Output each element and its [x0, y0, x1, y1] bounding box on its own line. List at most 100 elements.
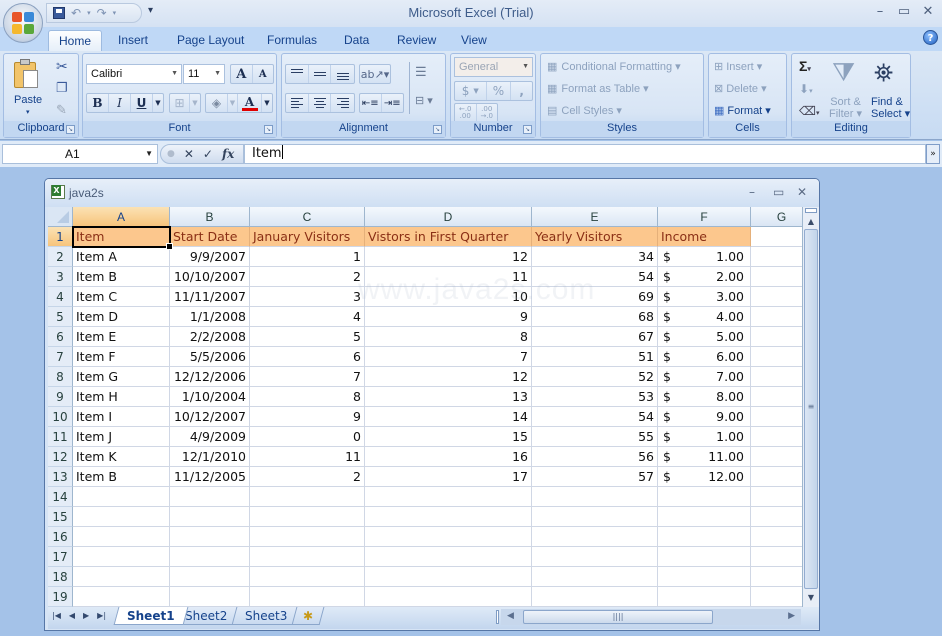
cell[interactable]: 54 — [532, 407, 658, 427]
conditional-formatting-button[interactable]: ▦ Conditional Formatting ▾ — [547, 60, 681, 73]
tab-review[interactable]: Review — [387, 30, 446, 51]
cell[interactable]: $3.00 — [658, 287, 751, 307]
fill-color-icon[interactable]: ◈ — [206, 94, 228, 112]
align-center-button[interactable] — [309, 94, 332, 112]
cell[interactable] — [751, 267, 802, 287]
cell[interactable] — [658, 567, 751, 587]
enter-icon[interactable]: ✓ — [203, 147, 213, 161]
cell[interactable]: 12/12/2006 — [170, 367, 250, 387]
tab-page-layout[interactable]: Page Layout — [167, 30, 254, 51]
bold-button[interactable]: B — [87, 94, 109, 112]
vertical-scroll-thumb[interactable]: ≡ — [804, 229, 818, 589]
cell[interactable]: 9/9/2007 — [170, 247, 250, 267]
cell[interactable] — [73, 567, 170, 587]
cell[interactable] — [170, 487, 250, 507]
format-painter-icon[interactable]: ✎ — [56, 102, 67, 118]
percent-button[interactable]: % — [487, 82, 512, 100]
cell[interactable]: 2 — [250, 267, 365, 287]
cell[interactable]: Item D — [73, 307, 170, 327]
cell[interactable] — [532, 527, 658, 547]
cell[interactable]: 6 — [250, 347, 365, 367]
chevron-down-icon[interactable]: ▼ — [145, 145, 153, 163]
cell[interactable] — [532, 567, 658, 587]
maximize-button[interactable]: ▭ — [894, 4, 914, 19]
clear-button[interactable]: ⌫▾ — [799, 104, 819, 118]
cell[interactable] — [250, 547, 365, 567]
fill-button[interactable]: ⬇▾ — [799, 82, 813, 96]
column-header-a[interactable]: A — [73, 207, 170, 227]
row-header[interactable]: 1 — [48, 227, 73, 247]
currency-button[interactable]: $ ▼ — [455, 82, 487, 100]
cell[interactable] — [73, 527, 170, 547]
insert-cells-button[interactable]: ⊞ Insert ▾ — [714, 60, 762, 73]
align-left-button[interactable] — [286, 94, 309, 112]
cell[interactable]: 8 — [365, 327, 532, 347]
cell[interactable] — [250, 527, 365, 547]
cut-icon[interactable]: ✂ — [56, 58, 68, 75]
cell[interactable]: 7 — [250, 367, 365, 387]
cell[interactable] — [250, 587, 365, 607]
cell[interactable] — [751, 327, 802, 347]
cell[interactable]: 5 — [250, 327, 365, 347]
cell[interactable]: 2 — [250, 467, 365, 487]
cell[interactable]: 67 — [532, 327, 658, 347]
undo-icon[interactable]: ↶ — [71, 6, 81, 20]
cell[interactable]: 11 — [250, 447, 365, 467]
cell[interactable]: Item H — [73, 387, 170, 407]
orientation-button[interactable]: ab↗▾ — [359, 64, 391, 84]
format-as-table-button[interactable]: ▦ Format as Table ▾ — [547, 82, 649, 95]
cell[interactable]: $11.00 — [658, 447, 751, 467]
header-cell[interactable]: Yearly Visitors — [532, 227, 658, 247]
cell[interactable]: 8 — [250, 387, 365, 407]
cell[interactable]: 56 — [532, 447, 658, 467]
workbook-close-button[interactable]: ✕ — [797, 185, 807, 199]
font-launcher-icon[interactable]: ↘ — [264, 125, 273, 134]
cell[interactable]: 12/1/2010 — [170, 447, 250, 467]
cell[interactable] — [751, 487, 802, 507]
cell[interactable]: 52 — [532, 367, 658, 387]
cell[interactable] — [73, 507, 170, 527]
paste-button[interactable]: Paste — [14, 94, 42, 106]
clipboard-launcher-icon[interactable]: ↘ — [66, 125, 75, 134]
find-select-button[interactable]: Find & Select ▾ — [871, 96, 910, 120]
cell[interactable] — [73, 587, 170, 607]
cell[interactable]: 7 — [365, 347, 532, 367]
tab-formulas[interactable]: Formulas — [257, 30, 327, 51]
row-header[interactable]: 4 — [48, 287, 73, 307]
cell[interactable]: Item J — [73, 427, 170, 447]
row-header[interactable]: 2 — [48, 247, 73, 267]
font-color-icon[interactable]: A — [238, 94, 262, 112]
comma-button[interactable]: , — [511, 82, 532, 100]
cell[interactable] — [365, 587, 532, 607]
sheet-tab-sheet3[interactable]: Sheet3 — [231, 607, 301, 625]
select-all-button[interactable] — [48, 207, 73, 227]
cell[interactable]: 1/10/2004 — [170, 387, 250, 407]
cell[interactable] — [170, 547, 250, 567]
cell[interactable] — [751, 407, 802, 427]
row-header[interactable]: 9 — [48, 387, 73, 407]
delete-cells-button[interactable]: ⊠ Delete ▾ — [714, 82, 767, 95]
row-header[interactable]: 15 — [48, 507, 73, 527]
header-cell[interactable]: January Visitors — [250, 227, 365, 247]
cell[interactable] — [751, 287, 802, 307]
cell[interactable]: 11/11/2007 — [170, 287, 250, 307]
cell[interactable]: 11 — [365, 267, 532, 287]
cancel-icon[interactable]: ✕ — [184, 147, 194, 161]
italic-button[interactable]: I — [109, 94, 131, 112]
cell[interactable] — [365, 567, 532, 587]
cell[interactable]: $4.00 — [658, 307, 751, 327]
close-button[interactable]: ✕ — [918, 4, 938, 19]
cell[interactable] — [751, 507, 802, 527]
row-header[interactable]: 18 — [48, 567, 73, 587]
align-bottom-button[interactable] — [331, 65, 354, 83]
expand-formula-bar-icon[interactable]: » — [926, 144, 940, 164]
font-name-dropdown[interactable]: Calibri ▼ — [86, 64, 182, 84]
cell[interactable]: 68 — [532, 307, 658, 327]
cell[interactable]: $7.00 — [658, 367, 751, 387]
cell[interactable] — [751, 247, 802, 267]
sort-filter-button[interactable]: Sort & Filter ▾ — [829, 96, 862, 120]
cell[interactable] — [751, 307, 802, 327]
header-cell[interactable]: Vistors in First Quarter — [365, 227, 532, 247]
cell[interactable]: 34 — [532, 247, 658, 267]
cell[interactable] — [751, 387, 802, 407]
